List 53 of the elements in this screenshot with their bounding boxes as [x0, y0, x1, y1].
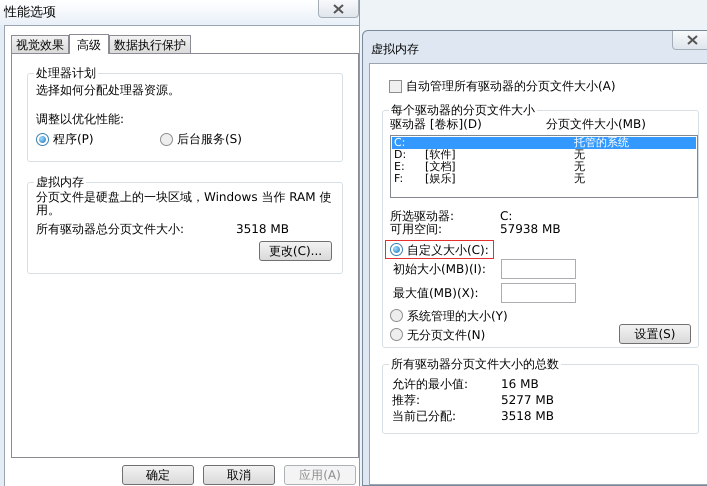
checkbox-label: 自动管理所有驱动器的分页文件大小(A) [406, 78, 616, 95]
close-icon [333, 4, 344, 14]
group-title: 每个驱动器的分页文件大小 [389, 103, 537, 117]
column-header: 分页文件大小(MB) [546, 117, 646, 131]
dialog-button[interactable]: 设置(S) [619, 324, 691, 344]
radio-button[interactable] [36, 132, 49, 146]
close-icon [686, 35, 698, 45]
total-value: 16 MB [501, 376, 539, 392]
tab[interactable]: 数据执行保护 [109, 35, 191, 53]
group-title: 虚拟内存 [34, 175, 86, 189]
total-label: 所有驱动器总分页文件大小: [36, 222, 186, 236]
close-button[interactable] [318, 0, 359, 18]
radio-button[interactable] [390, 243, 403, 256]
total-label: 允许的最小值: [392, 376, 470, 392]
info-value: 57938 MB [500, 223, 561, 236]
total-value: 3518 MB [236, 222, 289, 236]
option-label: 无分页文件(N) [407, 326, 486, 344]
drive-row[interactable]: F: [娱乐] 无 [392, 173, 696, 185]
option-label: 自定义大小(C): [407, 242, 489, 258]
checkbox[interactable] [389, 80, 402, 92]
dialog-title: 虚拟内存 [370, 41, 419, 58]
dialog-button[interactable]: 取消 [203, 465, 275, 485]
option-label: 程序(P) [53, 131, 94, 148]
info-label: 所选驱动器: [390, 210, 456, 223]
field-label: 最大值(MB)(X): [393, 285, 480, 302]
drive-row[interactable]: E: [文档] 无 [392, 161, 696, 173]
drive-row[interactable]: D: [软件] 无 [392, 149, 696, 161]
info-value: C: [500, 210, 512, 223]
group-title: 所有驱动器分页文件大小的总数 [389, 357, 561, 371]
column-header: 驱动器 [卷标](D) [390, 117, 483, 131]
radio-button[interactable] [390, 309, 403, 322]
input-field[interactable] [501, 283, 576, 303]
close-button[interactable] [672, 31, 707, 50]
dialog-button[interactable]: 确定 [122, 465, 194, 485]
radio-button[interactable] [390, 328, 403, 341]
tab[interactable]: 高级 [69, 34, 109, 54]
info-label: 可用空间: [390, 223, 444, 236]
description-text: 分页文件是硬盘上的一块区域，Windows 当作 RAM 使用。 [36, 191, 332, 217]
option-label: 后台服务(S) [177, 131, 242, 148]
radio-button[interactable] [160, 132, 173, 146]
total-value: 3518 MB [501, 408, 554, 424]
prompt-text: 调整以优化性能: [36, 111, 126, 127]
window-title: 性能选项 [2, 4, 56, 22]
input-field[interactable] [501, 259, 576, 279]
field-label: 初始大小(MB)(I): [393, 261, 487, 278]
group-title: 处理器计划 [34, 66, 98, 80]
total-label: 当前已分配: [392, 408, 458, 424]
total-label: 推荐: [392, 392, 422, 408]
tab[interactable]: 视觉效果 [11, 35, 69, 53]
option-label: 系统管理的大小(Y) [407, 308, 508, 324]
description-text: 选择如何分配处理器资源。 [36, 82, 181, 98]
dialog-button[interactable]: 更改(C)... [259, 241, 332, 261]
total-value: 5277 MB [501, 392, 554, 408]
